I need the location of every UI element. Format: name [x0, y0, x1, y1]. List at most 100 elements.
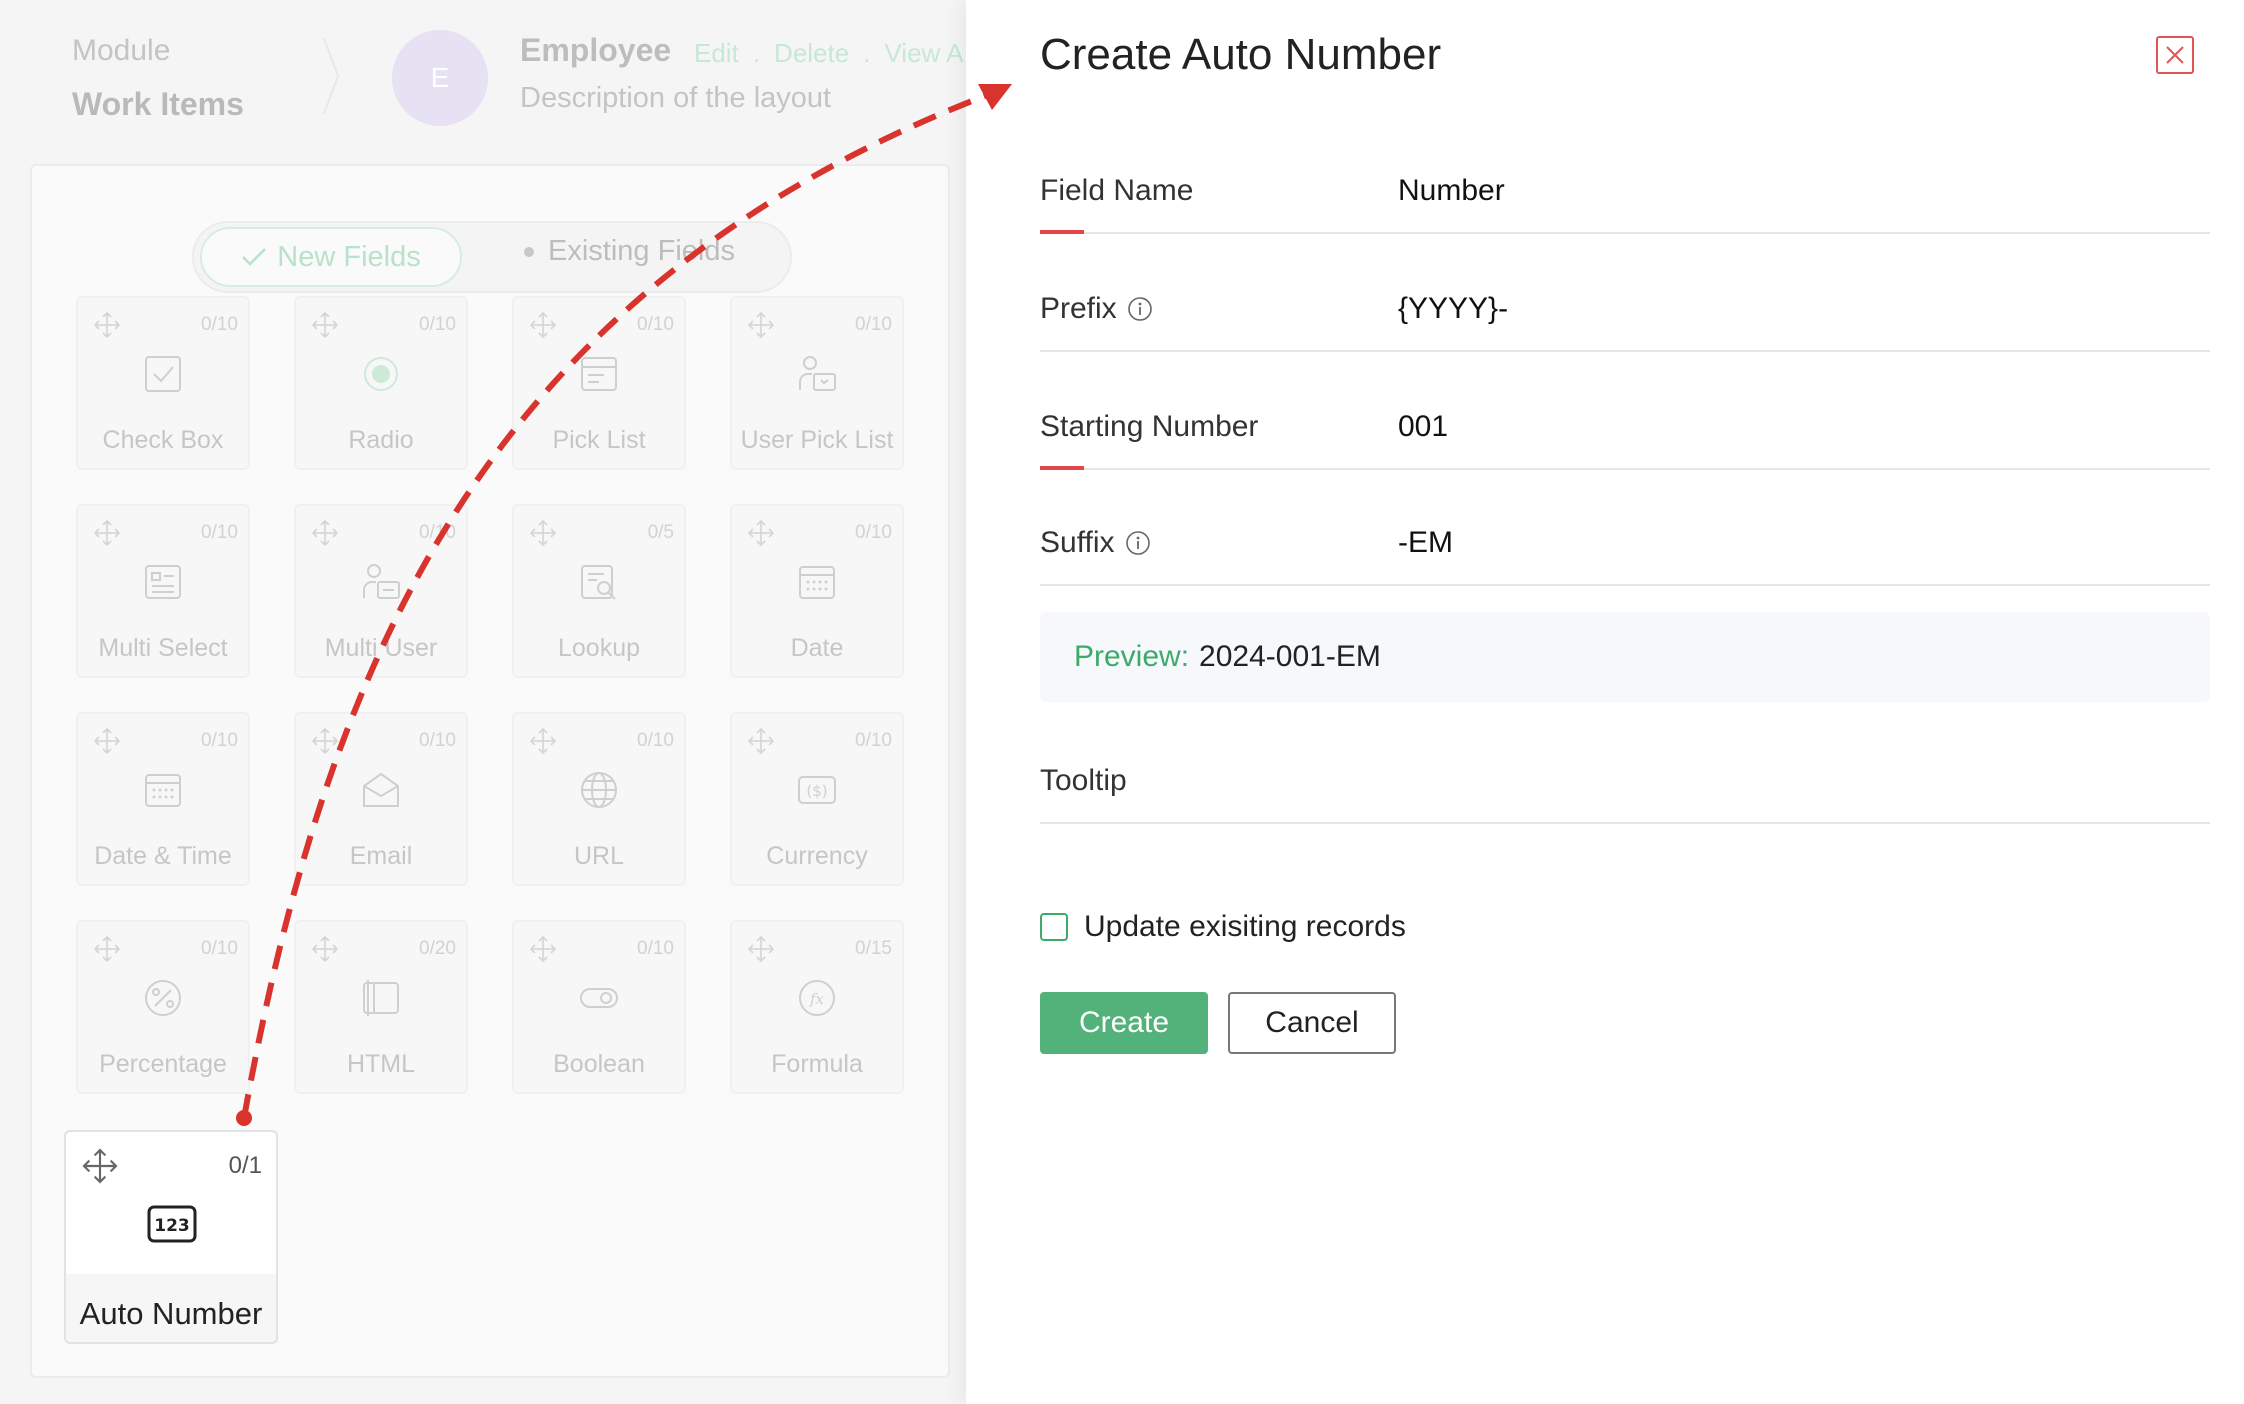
- move-icon: [311, 727, 339, 755]
- calendar-icon: [799, 566, 835, 599]
- field-label: Check Box: [102, 426, 224, 454]
- move-icon: [529, 311, 557, 339]
- field-label: Lookup: [557, 634, 641, 662]
- field-label: Boolean: [553, 1050, 645, 1078]
- close-icon: [2166, 46, 2184, 64]
- move-icon: [747, 519, 775, 547]
- field-label: Radio: [348, 426, 414, 454]
- field-source-toggle: New Fields Existing Fields: [192, 221, 792, 293]
- layout-editor-background: Module Work Items E Employee Edit. Delete…: [0, 0, 966, 1404]
- tab-existing-fields[interactable]: Existing Fields: [524, 235, 735, 268]
- create-auto-number-panel: Create Auto Number Field Name Prefix Sta…: [966, 0, 2244, 1404]
- layout-description: Description of the layout: [520, 82, 832, 114]
- field-count: 0/10: [855, 730, 892, 751]
- close-button[interactable]: [2156, 36, 2194, 74]
- field-tile-date[interactable]: 0/10 Date: [730, 504, 904, 678]
- field-tile-user-pick-list[interactable]: 0/10 User Pick List: [730, 296, 904, 470]
- fields-palette: New Fields Existing Fields 0/10 Check Bo…: [30, 164, 950, 1378]
- update-records-label: Update exisiting records: [1084, 910, 1406, 943]
- email-icon: [363, 772, 399, 807]
- module-label: Module: [72, 34, 171, 67]
- preview-label: Preview:: [1074, 640, 1190, 673]
- field-count: 0/10: [201, 730, 238, 751]
- field-label: Formula: [771, 1050, 863, 1078]
- cancel-button[interactable]: Cancel: [1228, 992, 1396, 1054]
- field-count: 0/10: [855, 314, 892, 335]
- field-tile-html[interactable]: 0/20 HTML: [294, 920, 468, 1094]
- field-tile-auto-number[interactable]: 0/1 123 Auto Number: [64, 1130, 278, 1344]
- field-count: 0/10: [201, 314, 238, 335]
- move-icon[interactable]: [80, 1146, 120, 1186]
- auto-number-icon: 123: [147, 1205, 197, 1243]
- prefix-input[interactable]: [1398, 292, 2198, 326]
- svg-text:fx: fx: [809, 990, 825, 1008]
- field-name-row: Field Name: [1040, 174, 2210, 234]
- toggle-icon: [580, 988, 618, 1008]
- field-label: Auto Number: [79, 1296, 263, 1331]
- field-tile-boolean[interactable]: 0/10 Boolean: [512, 920, 686, 1094]
- move-icon: [93, 727, 121, 755]
- move-icon: [311, 519, 339, 547]
- layout-edit-link[interactable]: Edit: [694, 38, 739, 68]
- info-icon[interactable]: [1127, 296, 1153, 322]
- field-label: Multi Select: [98, 634, 228, 662]
- field-tile-lookup[interactable]: 0/5 Lookup: [512, 504, 686, 678]
- field-tile-currency[interactable]: 0/10 ($) Currency: [730, 712, 904, 886]
- field-label: Email: [349, 842, 413, 870]
- checkbox-icon: [145, 356, 181, 392]
- field-label: Pick List: [552, 426, 646, 454]
- suffix-input[interactable]: [1398, 526, 2198, 560]
- field-tile-pick-list[interactable]: 0/10 Pick List: [512, 296, 686, 470]
- field-tile-url[interactable]: 0/10 URL: [512, 712, 686, 886]
- currency-icon: ($): [798, 776, 836, 804]
- field-name-label: Field Name: [1040, 174, 1194, 207]
- user-picklist-icon: [799, 356, 836, 391]
- field-tile-radio[interactable]: 0/10 Radio: [294, 296, 468, 470]
- field-tile-email[interactable]: 0/10 Email: [294, 712, 468, 886]
- number-preview: Preview: 2024-001-EM: [1040, 612, 2210, 702]
- create-button[interactable]: Create: [1040, 992, 1208, 1054]
- datetime-icon: [145, 774, 181, 807]
- suffix-label: Suffix: [1040, 526, 1151, 560]
- field-tile-percentage[interactable]: 0/10 Percentage: [76, 920, 250, 1094]
- starting-number-input[interactable]: [1398, 410, 2198, 444]
- tooltip-input[interactable]: [1398, 764, 2198, 798]
- suffix-row: Suffix: [1040, 526, 2210, 586]
- field-label: User Pick List: [740, 426, 894, 454]
- layout-delete-link[interactable]: Delete: [774, 38, 849, 68]
- field-count: 0/10: [637, 938, 674, 959]
- field-tile-multi-user[interactable]: 0/10 Multi User: [294, 504, 468, 678]
- layout-actions: Edit. Delete. View A: [694, 38, 977, 69]
- field-count: 0/5: [647, 522, 674, 543]
- field-label: Multi User: [324, 634, 438, 662]
- tab-existing-fields-label: Existing Fields: [548, 235, 735, 267]
- move-icon: [529, 519, 557, 547]
- layout-avatar: E: [392, 30, 488, 126]
- module-value[interactable]: Work Items: [72, 86, 244, 123]
- tooltip-row: Tooltip: [1040, 764, 2210, 824]
- field-name-input[interactable]: [1398, 174, 2198, 208]
- move-icon: [93, 935, 121, 963]
- link-separator: .: [863, 38, 871, 68]
- move-icon: [93, 311, 121, 339]
- field-label: URL: [573, 842, 624, 870]
- field-label: Currency: [766, 842, 868, 870]
- layout-view-link[interactable]: View A: [884, 38, 963, 68]
- required-indicator: [1040, 230, 1084, 234]
- prefix-row: Prefix: [1040, 292, 2210, 352]
- check-icon: [242, 248, 267, 266]
- field-tile-date-time[interactable]: 0/10 Date & Time: [76, 712, 250, 886]
- percentage-icon: [145, 980, 181, 1016]
- update-records-option[interactable]: Update exisiting records: [1040, 910, 1406, 944]
- field-tile-formula[interactable]: 0/15 fx Formula: [730, 920, 904, 1094]
- update-records-checkbox[interactable]: [1040, 913, 1068, 941]
- field-count: 0/10: [419, 522, 456, 543]
- tooltip-label: Tooltip: [1040, 764, 1127, 797]
- tab-new-fields[interactable]: New Fields: [200, 227, 462, 287]
- multi-select-icon: [145, 565, 181, 599]
- info-icon[interactable]: [1125, 530, 1151, 556]
- field-tile-multi-select[interactable]: 0/10 Multi Select: [76, 504, 250, 678]
- field-count: 0/15: [855, 938, 892, 959]
- field-tile-check-box[interactable]: 0/10 Check Box: [76, 296, 250, 470]
- move-icon: [311, 311, 339, 339]
